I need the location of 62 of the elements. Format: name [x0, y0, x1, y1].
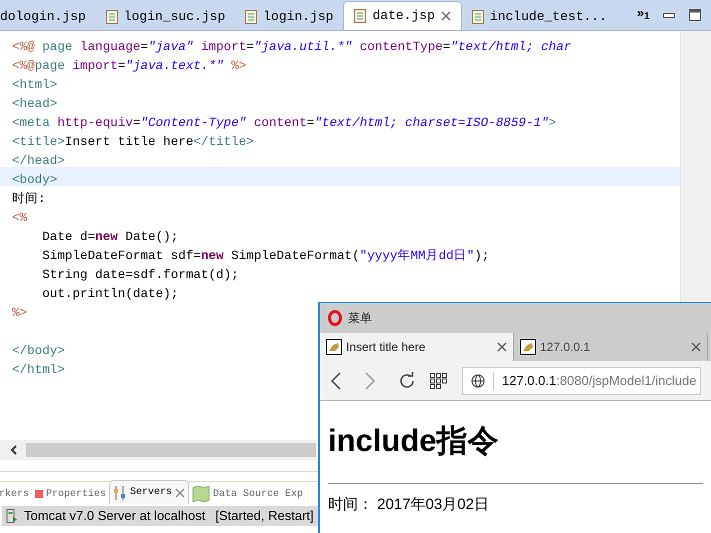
browser-logo-icon[interactable] — [328, 310, 342, 326]
file-icon — [106, 10, 118, 24]
forward-icon[interactable] — [364, 370, 376, 390]
editor-tab[interactable]: login_suc.jsp — [96, 4, 236, 30]
code-line: <title>Insert title here</title> — [12, 135, 254, 149]
server-state: [Started, Restart] — [215, 507, 314, 526]
file-icon — [354, 9, 366, 23]
square-icon — [35, 490, 44, 498]
maximize-icon[interactable] — [689, 9, 701, 21]
code-line: SimpleDateFormat sdf=new SimpleDateFormat("yyyy年MM月dd日"); — [41, 249, 490, 263]
grid-icon[interactable] — [430, 372, 448, 388]
close-icon[interactable] — [691, 342, 701, 352]
editor-tab[interactable]: include_test... — [462, 4, 617, 30]
reload-icon[interactable] — [398, 372, 416, 390]
code-line: <%@ page language="java" import="java.util.*" contentType="text/html; char — [12, 40, 572, 54]
server-name: Tomcat v7.0 Server at localhost — [24, 507, 206, 526]
panel-tab[interactable]: Data Source Exp — [189, 484, 306, 504]
code-line: <html> — [12, 78, 58, 92]
server-row[interactable]: Tomcat v7.0 Server at localhost [Started, Restart] — [2, 506, 318, 526]
code-line: 时间: — [12, 192, 46, 206]
editor-tab[interactable]: login.jsp — [235, 4, 344, 30]
tab-overflow-menu[interactable]: »$_{1}$ — [636, 2, 650, 22]
cat-icon — [520, 339, 536, 355]
servers-icon — [113, 486, 128, 500]
code-line: out.println(date); — [41, 287, 178, 301]
close-icon[interactable] — [497, 342, 507, 352]
file-icon — [245, 10, 258, 24]
page-text: 时间： 2017年03月02日 — [328, 495, 490, 515]
back-icon[interactable] — [330, 370, 342, 390]
editor-tab[interactable]: date.jsp — [343, 1, 462, 30]
server-icon — [6, 509, 18, 523]
map-icon — [192, 486, 210, 502]
globe-icon — [471, 374, 485, 388]
browser-menu[interactable]: 菜单 — [348, 309, 372, 327]
page-heading: include指令 — [328, 422, 500, 460]
code-line: Date d=new Date(); — [41, 230, 178, 244]
cat-icon — [326, 339, 342, 355]
address-field[interactable]: 127.0.0.1:8080/jspModel1/include — [462, 366, 701, 394]
code-line: <%@page import="java.text.*" %> — [12, 59, 246, 73]
vertical-scrollbar[interactable] — [680, 31, 711, 302]
code-line: <meta http-equiv="Content-Type" content="text/html; charset=ISO-8859-1"> — [12, 116, 556, 130]
code-line: <body> — [12, 173, 58, 187]
code-line: <% — [12, 211, 28, 225]
scrollbar-thumb[interactable] — [26, 443, 316, 457]
panel-tab[interactable]: Servers — [109, 480, 190, 504]
panel-tab[interactable]: rkers — [0, 484, 32, 504]
code-line: </html> — [12, 363, 65, 377]
panel-tab[interactable]: Properties — [32, 484, 110, 504]
code-line: </body> — [12, 344, 65, 358]
code-line: <head> — [12, 97, 58, 111]
code-line: String date=sdf.format(d); — [41, 268, 239, 282]
url-path: :8080/jspModel1/include — [556, 372, 696, 390]
browser-tab[interactable]: Insert title here — [320, 333, 514, 361]
editor-tab[interactable]: dologin.jsp — [0, 4, 96, 30]
close-icon[interactable] — [440, 11, 451, 21]
minimize-icon[interactable] — [663, 13, 675, 19]
code-line: </head> — [12, 154, 65, 168]
scroll-left-icon[interactable] — [10, 445, 18, 455]
url-host: 127.0.0.1 — [502, 372, 556, 390]
close-icon[interactable] — [175, 488, 186, 498]
file-icon — [472, 10, 484, 24]
code-line: %> — [12, 306, 28, 320]
